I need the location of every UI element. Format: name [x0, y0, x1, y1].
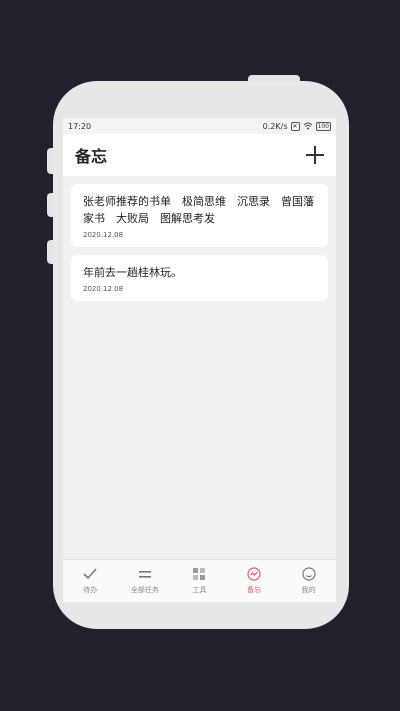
page-title: 备忘 — [75, 147, 108, 166]
tab-label: 备忘 — [247, 586, 262, 594]
profile-icon — [302, 566, 316, 582]
note-date: 2020.12.08 — [83, 285, 124, 293]
network-speed: 0.2K/s — [262, 121, 288, 131]
add-note-button[interactable] — [306, 146, 324, 164]
note-text: 年前去一趟桂林玩。 — [83, 266, 182, 279]
battery-icon: 100 — [315, 121, 331, 131]
tab-todo[interactable]: 待办 — [63, 560, 118, 602]
status-time: 17:20 — [68, 121, 92, 131]
wifi-icon — [303, 122, 312, 130]
tab-label: 我的 — [301, 586, 316, 594]
page-header: 备忘 — [63, 134, 336, 176]
list-icon — [138, 566, 152, 582]
note-card[interactable]: 年前去一趟桂林玩。 2020.12.08 — [71, 255, 328, 301]
status-icons: 0.2K/s ✕ 100 — [262, 121, 331, 131]
status-bar: 17:20 0.2K/s ✕ 100 — [63, 118, 336, 134]
tab-label: 工具 — [192, 586, 207, 594]
grid-icon — [192, 566, 206, 582]
tab-all-tasks[interactable]: 全部任务 — [118, 560, 173, 602]
tab-tools[interactable]: 工具 — [172, 560, 227, 602]
sim-icon: ✕ — [290, 121, 300, 131]
check-icon — [83, 566, 97, 582]
tab-profile[interactable]: 我的 — [281, 560, 336, 602]
tab-label: 待办 — [83, 586, 98, 594]
note-text: 张老师推荐的书单 极简思维 沉思录 曾国藩家书 大败局 图解思考发 — [83, 195, 314, 225]
tab-label: 全部任务 — [130, 586, 159, 594]
note-date: 2020.12.08 — [83, 231, 124, 239]
memo-icon — [247, 566, 261, 582]
tab-memo[interactable]: 备忘 — [227, 560, 282, 602]
note-card[interactable]: 张老师推荐的书单 极简思维 沉思录 曾国藩家书 大败局 图解思考发 2020.1… — [71, 184, 328, 247]
app-screen: 17:20 0.2K/s ✕ 100 备忘 张老师推荐的书单 极简思维 沉思录 … — [63, 118, 336, 602]
notes-list: 张老师推荐的书单 极简思维 沉思录 曾国藩家书 大败局 图解思考发 2020.1… — [63, 176, 336, 301]
bottom-tab-bar: 待办 全部任务 工具 备忘 我的 — [63, 559, 336, 602]
